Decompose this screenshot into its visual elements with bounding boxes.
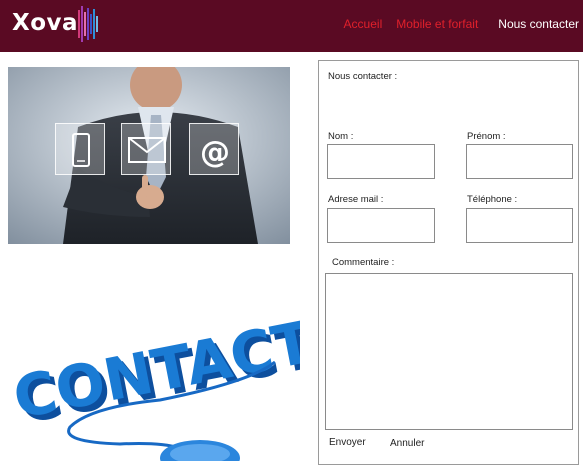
contact-illustration: CONTACT CONTACT bbox=[8, 308, 300, 461]
email-label: Adrese mail : bbox=[328, 194, 384, 205]
contact-word-text: CONTACT bbox=[8, 308, 300, 433]
main-nav: Accueil Mobile et forfait Nous contacter bbox=[344, 17, 579, 31]
commentaire-label: Commentaire : bbox=[332, 257, 395, 268]
commentaire-textarea[interactable] bbox=[325, 273, 573, 430]
svg-text:@: @ bbox=[200, 135, 230, 170]
annuler-button[interactable]: Annuler bbox=[390, 438, 424, 449]
nav-link-nous-contacter[interactable]: Nous contacter bbox=[498, 17, 579, 31]
nav-link-accueil[interactable]: Accueil bbox=[344, 17, 383, 31]
phone-icon bbox=[55, 123, 105, 175]
email-input[interactable] bbox=[327, 208, 435, 243]
nom-label: Nom : bbox=[328, 131, 354, 142]
telephone-input[interactable] bbox=[466, 208, 573, 243]
envoyer-button[interactable]: Envoyer bbox=[329, 437, 366, 448]
top-navbar: Xova Accueil Mobile et forfait Nous cont… bbox=[0, 0, 583, 52]
prenom-input[interactable] bbox=[466, 144, 573, 179]
telephone-label: Téléphone : bbox=[467, 194, 518, 205]
mail-icon bbox=[121, 123, 171, 175]
brand-logo-icon bbox=[78, 6, 98, 42]
brand-logo-text[interactable]: Xova bbox=[12, 10, 78, 36]
at-icon: @ bbox=[189, 123, 239, 175]
hero-businessman-image: @ bbox=[8, 67, 290, 244]
nav-link-mobile-forfait[interactable]: Mobile et forfait bbox=[396, 17, 478, 31]
contact-form: Nous contacter : Nom : Prénom : Adrese m… bbox=[318, 60, 579, 465]
prenom-label: Prénom : bbox=[467, 131, 506, 142]
contact-word-image: CONTACT CONTACT bbox=[0, 282, 300, 461]
nom-input[interactable] bbox=[327, 144, 435, 179]
form-heading: Nous contacter : bbox=[328, 71, 398, 82]
